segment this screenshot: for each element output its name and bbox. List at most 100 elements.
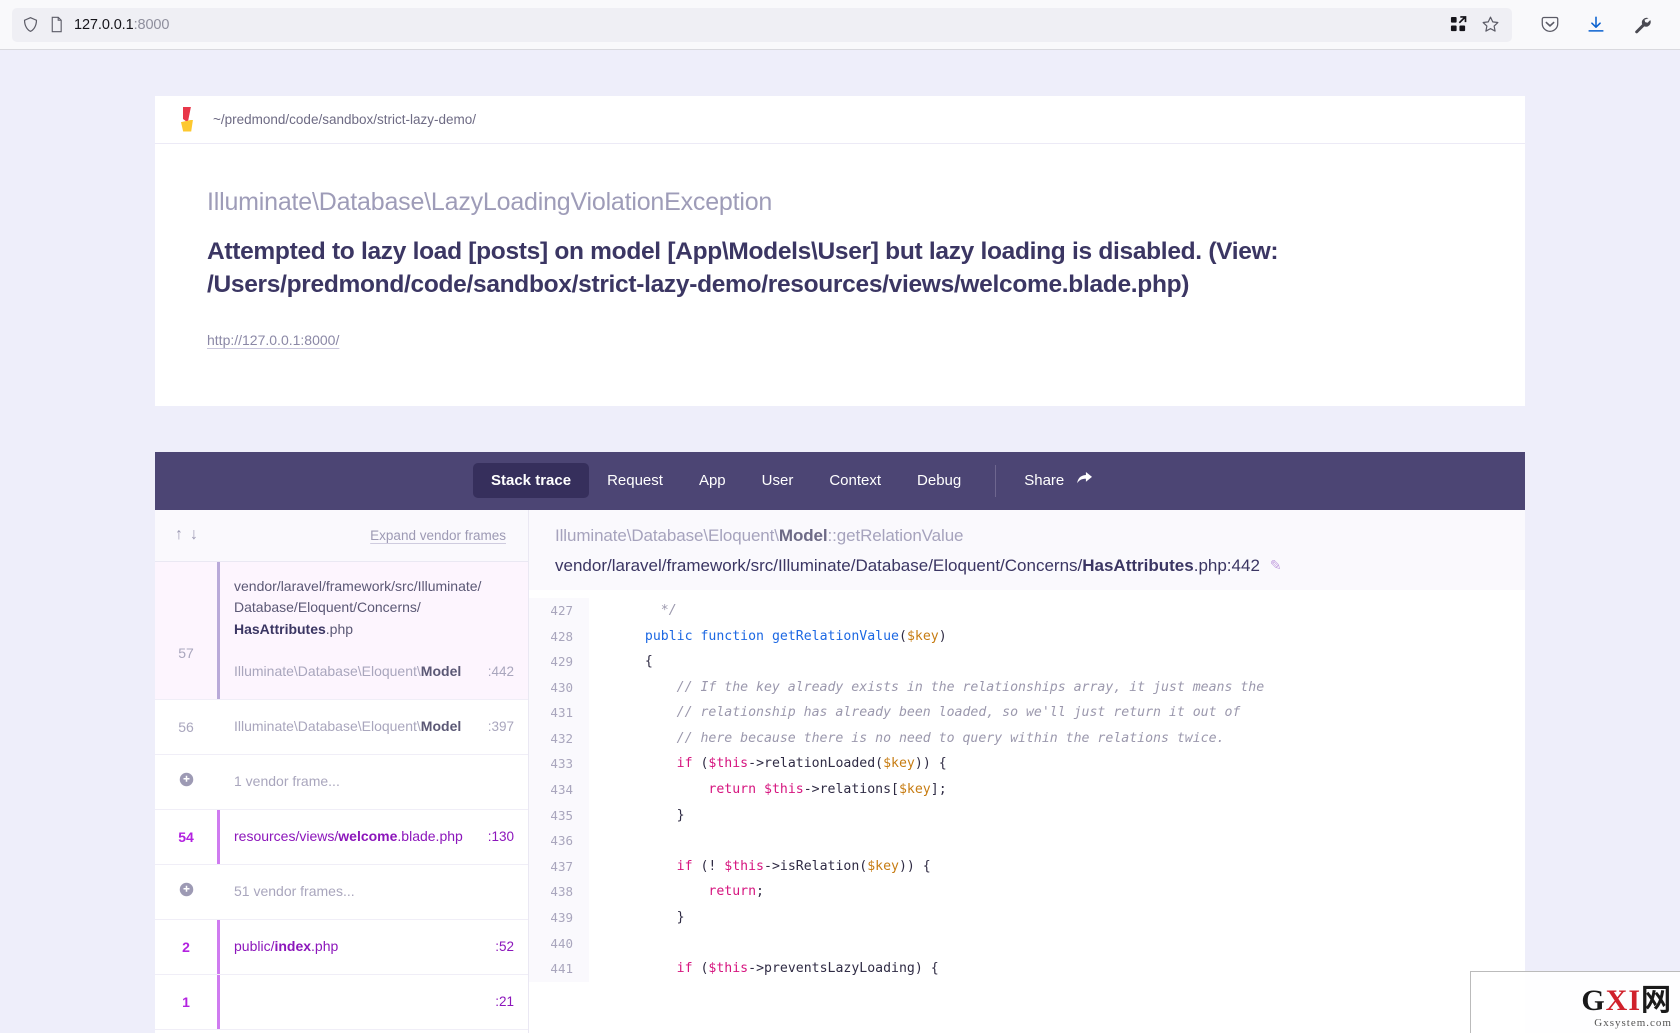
frame-number: 56 bbox=[178, 718, 194, 735]
url-port: :8000 bbox=[133, 16, 170, 33]
code-line-number: 430 bbox=[529, 674, 589, 700]
code-line-number: 431 bbox=[529, 700, 589, 726]
vendor-frames-row[interactable]: 51 vendor frames... bbox=[155, 865, 528, 920]
code-line: 428 public function getRelationValue($ke… bbox=[529, 623, 1525, 649]
share-arrow-icon bbox=[1076, 471, 1093, 490]
code-line-number: 429 bbox=[529, 648, 589, 675]
code-line-content: return $this->relations[$key]; bbox=[708, 782, 947, 798]
code-line: 433 if ($this->relationLoaded($key)) { bbox=[529, 751, 1525, 777]
pocket-icon[interactable] bbox=[1540, 15, 1560, 35]
stack-trace-panel: Stack trace Request App User Context Debug Sha… bbox=[155, 451, 1525, 1033]
tab-debug[interactable]: Debug bbox=[899, 463, 979, 498]
url-text: 127.0.0.1:8000 bbox=[74, 17, 169, 33]
tab-user[interactable]: User bbox=[744, 463, 812, 498]
trace-tabbar: Stack trace Request App User Context Debug Sha… bbox=[155, 451, 1525, 510]
frame-name: resources/views/welcome.blade.php bbox=[234, 827, 463, 844]
vendor-frames-label: 51 vendor frames... bbox=[234, 882, 355, 899]
exception-card: ~/predmond/code/sandbox/strict-lazy-demo… bbox=[155, 96, 1525, 406]
frame-line-number: :397 bbox=[487, 719, 514, 735]
star-bookmark-icon[interactable] bbox=[1481, 15, 1500, 34]
code-class-method: ::getRelationValue bbox=[827, 525, 964, 545]
code-class-prefix: Illuminate\Database\Eloquent\ bbox=[555, 525, 779, 545]
shield-icon[interactable] bbox=[22, 16, 39, 33]
frame-row[interactable]: 2 public/index.php:52 bbox=[155, 919, 528, 975]
watermark-g: G bbox=[1581, 984, 1606, 1017]
frame-selected-file[interactable]: vendor/laravel/framework/src/Illuminate/… bbox=[155, 561, 528, 645]
code-file-path: vendor/laravel/framework/src/Illuminate/… bbox=[555, 556, 1499, 576]
code-line: 436 bbox=[529, 827, 1525, 854]
frame-number: 1 bbox=[182, 993, 190, 1010]
frame-row[interactable]: 56 Illuminate\Database\Eloquent\Model :397 bbox=[155, 700, 528, 755]
frames-list-header: ↑ ↓ Expand vendor frames bbox=[155, 509, 528, 562]
code-line-number: 437 bbox=[529, 853, 589, 880]
code-line-number: 428 bbox=[529, 623, 589, 649]
frame-name: Illuminate\Database\Eloquent\Model bbox=[234, 717, 462, 734]
code-line: 437 if (! $this->isRelation($key)) { bbox=[529, 853, 1525, 880]
url-bar[interactable]: 127.0.0.1:8000 bbox=[12, 7, 1512, 42]
arrow-down-icon[interactable]: ↓ bbox=[190, 526, 198, 544]
wrench-icon[interactable] bbox=[1632, 15, 1652, 35]
code-line-number: 440 bbox=[529, 930, 589, 956]
code-line: 441 if ($this->preventsLazyLoading) { bbox=[529, 955, 1525, 982]
exception-card-header: ~/predmond/code/sandbox/strict-lazy-demo… bbox=[155, 96, 1525, 144]
download-icon[interactable] bbox=[1586, 15, 1606, 35]
code-class-name: Model bbox=[778, 525, 828, 545]
code-line-number: 433 bbox=[529, 751, 589, 777]
code-line-number: 434 bbox=[529, 776, 589, 803]
watermark-sub: Gxsystem.com bbox=[1594, 1017, 1672, 1029]
page-icon bbox=[49, 16, 64, 33]
trace-body: ↑ ↓ Expand vendor frames vendor/laravel/… bbox=[155, 509, 1525, 1033]
code-line-content: // here because there is no need to quer… bbox=[676, 730, 1225, 746]
code-line: 435 } bbox=[529, 802, 1525, 828]
code-line: 427 */ bbox=[529, 597, 1525, 624]
frames-list: ↑ ↓ Expand vendor frames vendor/laravel/… bbox=[155, 509, 529, 1033]
tab-divider bbox=[995, 464, 997, 497]
project-path: ~/predmond/code/sandbox/strict-lazy-demo… bbox=[213, 112, 477, 127]
share-button[interactable]: Share bbox=[1010, 462, 1107, 499]
code-line-content: */ bbox=[660, 602, 677, 618]
code-line: 438 return; bbox=[529, 879, 1525, 905]
code-line: 432 // here because there is no need to … bbox=[529, 725, 1525, 752]
code-line-content: } bbox=[629, 807, 685, 823]
code-line-content: // relationship has already been loaded,… bbox=[676, 705, 1241, 721]
exception-url-link[interactable]: http://127.0.0.1:8000/ bbox=[207, 332, 339, 348]
frame-line-number: :130 bbox=[487, 829, 514, 845]
code-line-content: public function getRelationValue($key) bbox=[644, 628, 947, 644]
code-file-name: HasAttributes bbox=[1082, 555, 1194, 575]
code-line: 440 bbox=[529, 930, 1525, 956]
exception-body: Illuminate\Database\LazyLoadingViolation… bbox=[155, 144, 1525, 406]
code-line-number: 439 bbox=[529, 904, 589, 931]
tab-stack-trace[interactable]: Stack trace bbox=[473, 463, 590, 499]
plus-circle-icon[interactable] bbox=[179, 772, 194, 787]
frame-number: 54 bbox=[178, 828, 194, 845]
code-line-content: if (! $this->isRelation($key)) { bbox=[676, 858, 931, 874]
code-class-signature: Illuminate\Database\Eloquent\Model::getR… bbox=[555, 526, 1499, 546]
code-file-line: .php:442 bbox=[1193, 555, 1260, 575]
code-line-number: 438 bbox=[529, 879, 589, 905]
frame-number: 57 bbox=[178, 644, 194, 661]
plus-circle-icon[interactable] bbox=[179, 882, 194, 897]
arrow-up-icon[interactable]: ↑ bbox=[175, 526, 183, 544]
code-line-content: if ($this->preventsLazyLoading) { bbox=[676, 961, 939, 977]
tab-request[interactable]: Request bbox=[589, 463, 681, 498]
split-view-icon[interactable] bbox=[1450, 16, 1467, 33]
browser-toolbar: 127.0.0.1:8000 bbox=[0, 0, 1680, 50]
watermark: GXI网 Gxsystem.com bbox=[1581, 986, 1672, 1029]
code-line-number: 435 bbox=[529, 802, 589, 828]
code-file-prefix: vendor/laravel/framework/src/Illuminate/… bbox=[555, 555, 1083, 575]
frame-name: Illuminate\Database\Eloquent\Model bbox=[234, 662, 462, 679]
code-block[interactable]: 427 */428 public function getRelationVal… bbox=[529, 589, 1525, 1033]
expand-vendor-frames-link[interactable]: Expand vendor frames bbox=[370, 528, 506, 543]
code-pane: Illuminate\Database\Eloquent\Model::getR… bbox=[529, 509, 1525, 1033]
page-content: ~/predmond/code/sandbox/strict-lazy-demo… bbox=[0, 50, 1680, 1033]
pencil-edit-icon[interactable]: ✎ bbox=[1270, 557, 1282, 574]
frame-line-number: :442 bbox=[487, 664, 514, 680]
frame-row[interactable]: 57 Illuminate\Database\Eloquent\Model :442 bbox=[155, 644, 528, 700]
frame-row[interactable]: 54 resources/views/welcome.blade.php :130 bbox=[155, 809, 528, 865]
exception-class: Illuminate\Database\LazyLoadingViolation… bbox=[207, 188, 773, 216]
tab-app[interactable]: App bbox=[681, 463, 744, 498]
frame-row[interactable]: 1:21 bbox=[155, 974, 528, 1030]
code-line-number: 432 bbox=[529, 725, 589, 752]
vendor-frames-row[interactable]: 1 vendor frame... bbox=[155, 755, 528, 810]
tab-context[interactable]: Context bbox=[811, 463, 899, 498]
